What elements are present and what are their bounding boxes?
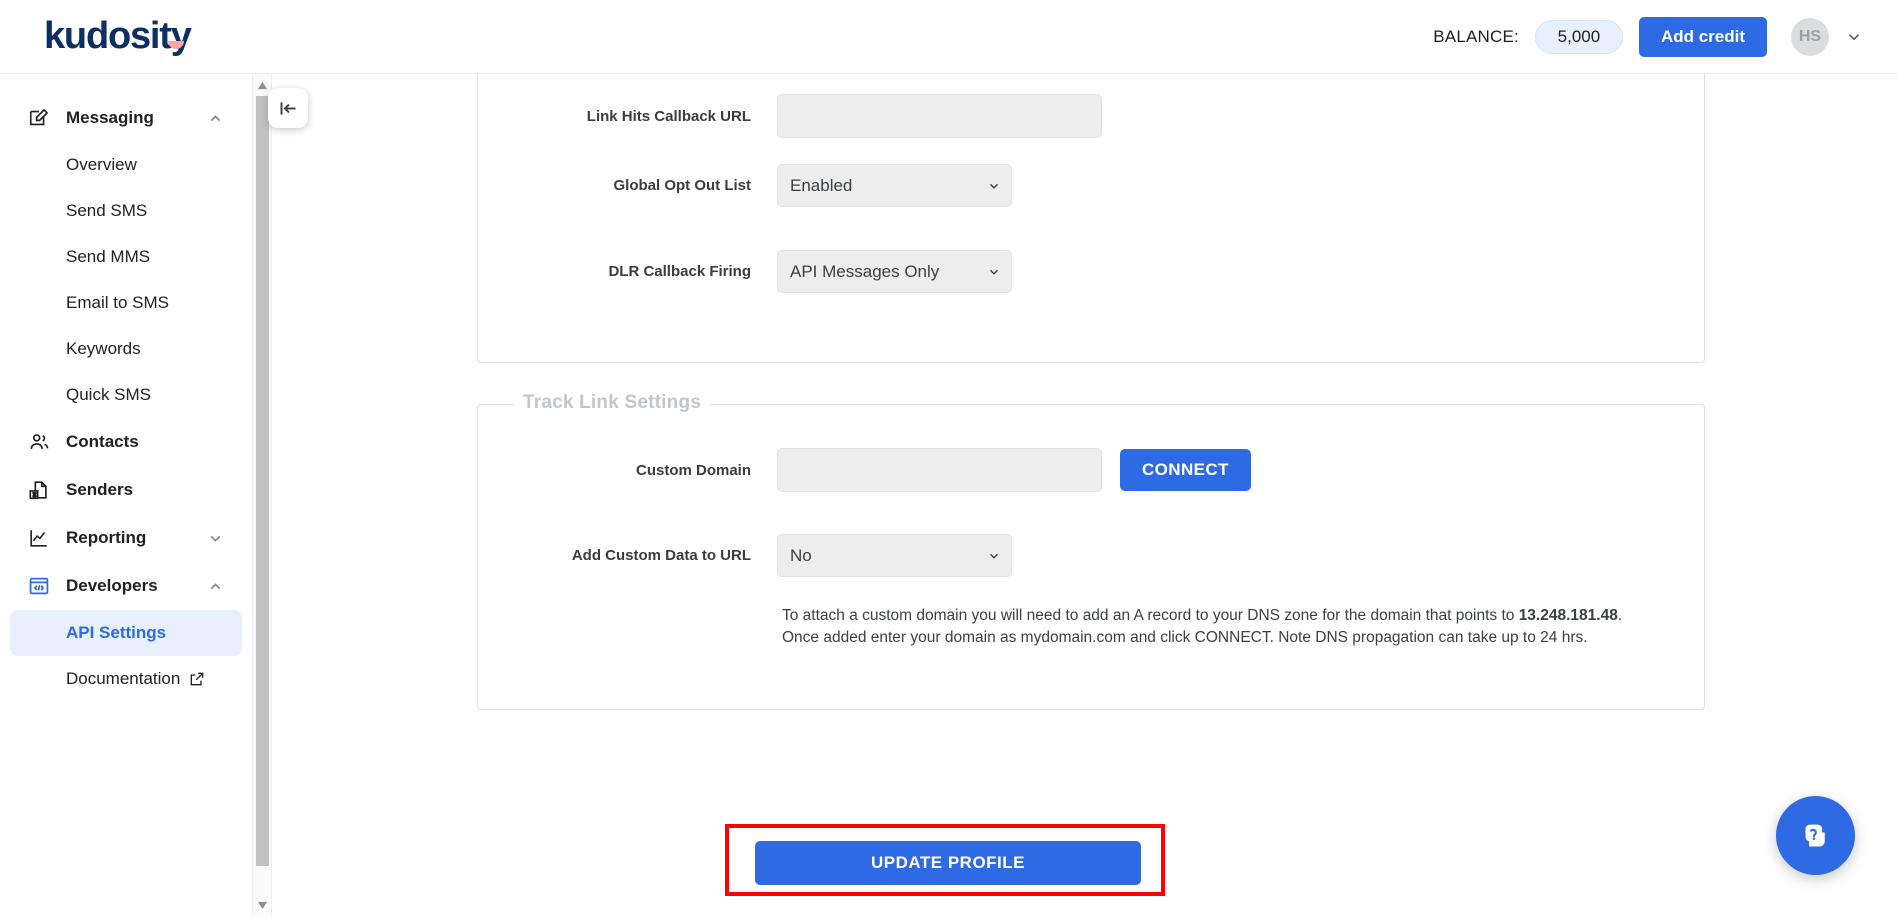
field-row-dlr-callback-firing: DLR Callback Firing API Messages Only: [477, 250, 1012, 293]
balance-badge: 5,000: [1534, 19, 1623, 54]
sidebar-item-email-to-sms[interactable]: Email to SMS: [10, 280, 242, 326]
sidebar-item-label: Send MMS: [66, 247, 151, 266]
field-label: Add Custom Data to URL: [571, 547, 751, 564]
compose-icon: [29, 108, 49, 126]
sidebar-item-send-sms[interactable]: Send SMS: [10, 188, 242, 234]
sidebar-item-label: Keywords: [66, 339, 141, 358]
sidebar-item-overview[interactable]: Overview: [10, 142, 242, 188]
connect-button[interactable]: CONNECT: [1120, 449, 1251, 491]
balance-value: 5,000: [1557, 26, 1601, 46]
sidebar-item-keywords[interactable]: Keywords: [10, 326, 242, 372]
field-label: Custom Domain: [635, 461, 751, 479]
code-window-icon: [29, 577, 49, 595]
chevron-down-icon[interactable]: [1845, 28, 1863, 46]
help-text-part1: To attach a custom domain you will need …: [782, 607, 1519, 624]
chevron-up-icon: [210, 582, 221, 589]
sidebar-group-label: Senders: [66, 480, 134, 499]
sidebar-group-label: Contacts: [66, 432, 139, 451]
brand-logo-text: kudosity: [44, 15, 192, 57]
balance-label: BALANCE:: [1433, 26, 1519, 46]
field-row-custom-domain: Custom Domain CONNECT: [477, 448, 1251, 492]
external-link-icon: [191, 672, 204, 686]
sidebar-group-messaging[interactable]: Messaging: [10, 94, 242, 142]
chevron-up-icon: [210, 114, 221, 121]
sidebar-group-label: Developers: [66, 576, 158, 595]
sidebar: Messaging Overview Send SMS Send MMS Ema…: [0, 74, 253, 917]
chevron-down-icon: [210, 535, 221, 542]
people-icon: [30, 434, 49, 449]
custom-domain-input[interactable]: [777, 448, 1102, 492]
field-label: Link Hits Callback URL: [586, 107, 751, 125]
scrollbar-thumb[interactable]: [256, 96, 269, 866]
link-hits-callback-url-input[interactable]: [777, 94, 1102, 138]
field-row-add-custom-data-to-url: Add Custom Data to URL No: [477, 534, 1012, 577]
track-link-settings-legend: Track Link Settings: [514, 392, 711, 414]
sidebar-item-api-settings[interactable]: API Settings: [10, 610, 242, 656]
sidebar-item-documentation[interactable]: Documentation: [10, 656, 242, 702]
sidebar-item-label: Email to SMS: [66, 293, 169, 312]
avatar[interactable]: HS: [1791, 17, 1829, 56]
help-text-ip: 13.248.181.48: [1518, 607, 1618, 624]
header-actions: BALANCE: 5,000 Add credit HS: [1433, 16, 1863, 57]
sidebar-item-label: Documentation: [66, 669, 181, 688]
global-opt-out-list-select[interactable]: Enabled: [777, 164, 1012, 207]
sidebar-item-send-mms[interactable]: Send MMS: [10, 234, 242, 280]
sidebar-item-label: Quick SMS: [66, 385, 152, 404]
main-content: Link Hits Callback URL Global Opt Out Li…: [272, 74, 1897, 917]
sidebar-item-quick-sms[interactable]: Quick SMS: [10, 372, 242, 418]
document-hash-icon: [29, 481, 47, 500]
sidebar-item-contacts[interactable]: Contacts: [10, 418, 242, 466]
dlr-callback-firing-select[interactable]: API Messages Only: [777, 250, 1012, 293]
sidebar-item-label: API Settings: [66, 623, 167, 642]
sidebar-group-label: Messaging: [66, 108, 154, 127]
help-cards-icon: [1805, 824, 1825, 846]
custom-domain-help-text: To attach a custom domain you will need …: [782, 605, 1642, 649]
avatar-initials: HS: [1798, 27, 1822, 45]
field-label: DLR Callback Firing: [608, 263, 751, 280]
sidebar-item-label: Overview: [66, 155, 137, 174]
field-row-link-hits-callback-url: Link Hits Callback URL: [477, 94, 1102, 138]
chart-icon: [30, 530, 47, 547]
scroll-up-arrow-icon[interactable]: [257, 80, 268, 91]
sidebar-group-developers[interactable]: Developers: [10, 562, 242, 610]
field-label: Global Opt Out List: [613, 177, 752, 194]
collapse-sidebar-button[interactable]: [268, 88, 308, 128]
sidebar-item-senders[interactable]: Senders: [10, 466, 242, 514]
sidebar-group-reporting[interactable]: Reporting: [10, 514, 242, 562]
add-credit-button[interactable]: Add credit: [1638, 16, 1767, 57]
update-profile-highlight: UPDATE PROFILE: [725, 824, 1165, 896]
sidebar-scrollbar[interactable]: [253, 74, 272, 917]
update-profile-button[interactable]: UPDATE PROFILE: [755, 841, 1141, 885]
sidebar-group-label: Reporting: [66, 528, 147, 547]
add-custom-data-to-url-select[interactable]: No: [777, 534, 1012, 577]
app-root: kudosity BALANCE: 5,000 Add credit HS Me…: [0, 0, 1897, 917]
sidebar-item-label: Send SMS: [66, 201, 148, 220]
brand-logo[interactable]: kudosity: [44, 15, 192, 58]
scroll-down-arrow-icon[interactable]: [257, 900, 268, 911]
field-row-global-opt-out-list: Global Opt Out List Enabled: [477, 164, 1012, 207]
help-chat-button[interactable]: [1776, 796, 1855, 875]
collapse-left-icon: [280, 101, 295, 115]
top-header: kudosity BALANCE: 5,000 Add credit HS: [0, 0, 1897, 74]
